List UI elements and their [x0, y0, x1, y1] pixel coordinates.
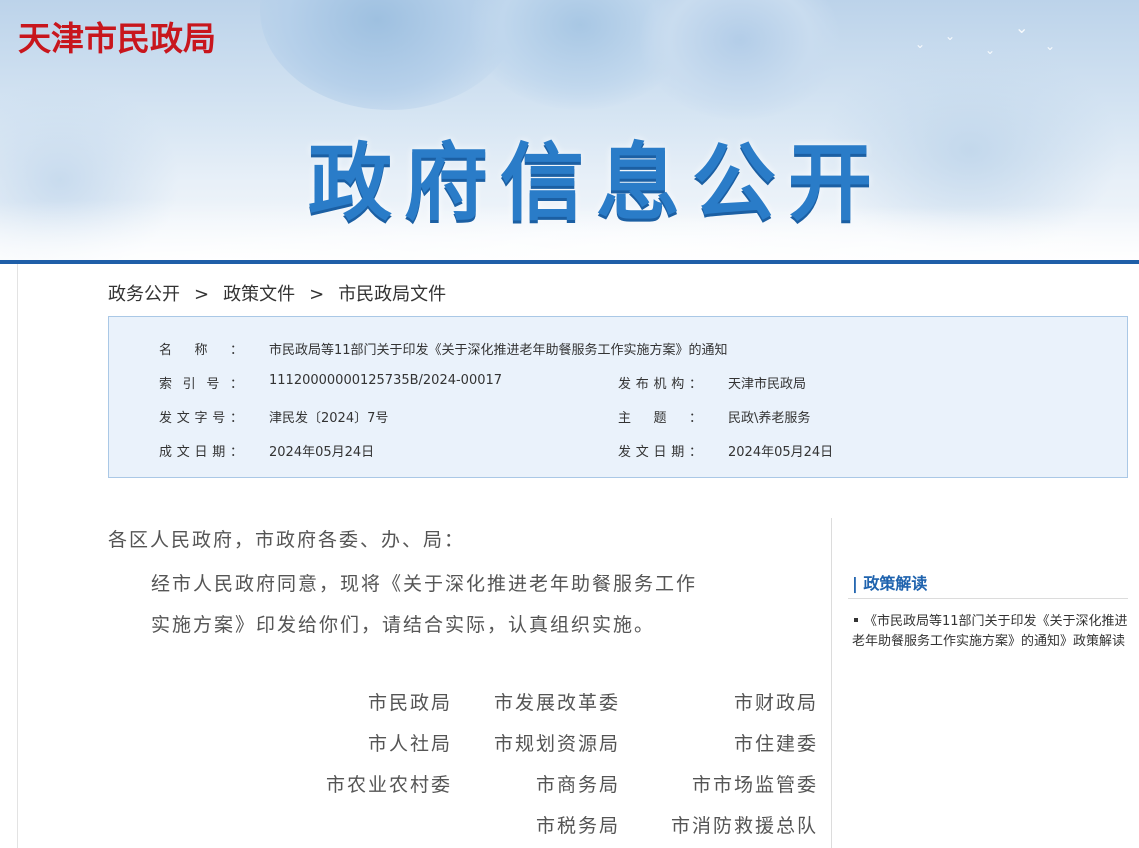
site-logo[interactable]: 天津市民政局: [18, 12, 216, 60]
policy-interpretation-link[interactable]: 《市民政局等11部门关于印发《关于深化推进老年助餐服务工作实施方案》的通知》政策…: [852, 612, 1128, 652]
subject-value: 民政\养老服务: [728, 411, 811, 426]
signer: 市税务局: [535, 815, 620, 837]
publisher-label: 发布机构：: [618, 377, 702, 392]
created-date-label: 成文日期：: [159, 445, 243, 460]
signer: 市商务局: [535, 774, 620, 796]
banner-rose-decoration: [640, 0, 840, 120]
label-char: 名: [159, 343, 173, 358]
doc-number-label: 发文字号：: [159, 411, 243, 426]
bird-icon: ⌄: [1045, 39, 1056, 53]
signer: 市发展改革委: [493, 692, 620, 714]
banner-divider: [0, 260, 1139, 264]
index-label: 索引号：: [159, 377, 243, 392]
label-char: 称: [194, 343, 208, 358]
left-border-line: [17, 264, 18, 848]
breadcrumb: 政务公开 > 政策文件 > 市民政局文件: [108, 280, 446, 306]
issued-date-label: 发文日期：: [618, 445, 702, 460]
signer: 市人社局: [367, 733, 452, 755]
signer: 市住建委: [733, 733, 818, 755]
bird-icon: ⌄: [1015, 18, 1029, 37]
signer: 市财政局: [733, 692, 818, 714]
breadcrumb-link-bureau-documents[interactable]: 市民政局文件: [338, 284, 446, 305]
signer: 市规划资源局: [493, 733, 620, 755]
body-text-line: 经市人民政府同意，现将《关于深化推进老年助餐服务工作: [151, 573, 698, 595]
header-banner: ⌄ ⌄ ⌄ ⌄ ⌄ 天津市民政局 政府信息公开: [0, 0, 1139, 261]
subject-label: 主题：: [618, 411, 702, 426]
bird-icon: ⌄: [985, 43, 996, 57]
body-text-line: 实施方案》印发给你们，请结合实际，认真组织实施。: [151, 614, 656, 636]
signer: 市农业农村委: [325, 774, 452, 796]
created-date-value: 2024年05月24日: [269, 445, 375, 460]
breadcrumb-link-gov-affairs[interactable]: 政务公开: [108, 284, 180, 305]
index-value: 11120000000125735B/2024-00017: [269, 373, 503, 388]
breadcrumb-separator: >: [309, 284, 325, 305]
policy-interpretation-link-text[interactable]: 《市民政局等11部门关于印发《关于深化推进老年助餐服务工作实施方案》的通知》政策…: [852, 614, 1128, 649]
issued-date-value: 2024年05月24日: [728, 445, 834, 460]
doc-number-value: 津民发〔2024〕7号: [269, 411, 389, 426]
signer: 市消防救援总队: [670, 815, 818, 837]
signer: 市市场监管委: [691, 774, 818, 796]
publisher-value: 天津市民政局: [728, 377, 807, 392]
banner-title: 政府信息公开: [308, 134, 885, 232]
breadcrumb-link-policy-documents[interactable]: 政策文件: [223, 284, 295, 305]
bird-icon: ⌄: [915, 37, 926, 51]
name-value: 市民政局等11部门关于印发《关于深化推进老年助餐服务工作实施方案》的通知: [269, 343, 728, 358]
sidebar-divider: [848, 598, 1128, 599]
signer: 市民政局: [367, 692, 452, 714]
policy-interpretation-heading: | 政策解读: [852, 574, 928, 593]
document-metadata-box: 名 称 ： 市民政局等11部门关于印发《关于深化推进老年助餐服务工作实施方案》的通知…: [108, 316, 1128, 478]
column-divider: [831, 518, 832, 848]
salutation: 各区人民政府，市政府各委、办、局：: [108, 529, 466, 551]
label-char: ：: [229, 343, 243, 358]
name-label: 名 称 ：: [159, 339, 243, 358]
bullet-icon: [854, 618, 858, 622]
bird-icon: ⌄: [945, 29, 956, 43]
breadcrumb-separator: >: [194, 284, 210, 305]
